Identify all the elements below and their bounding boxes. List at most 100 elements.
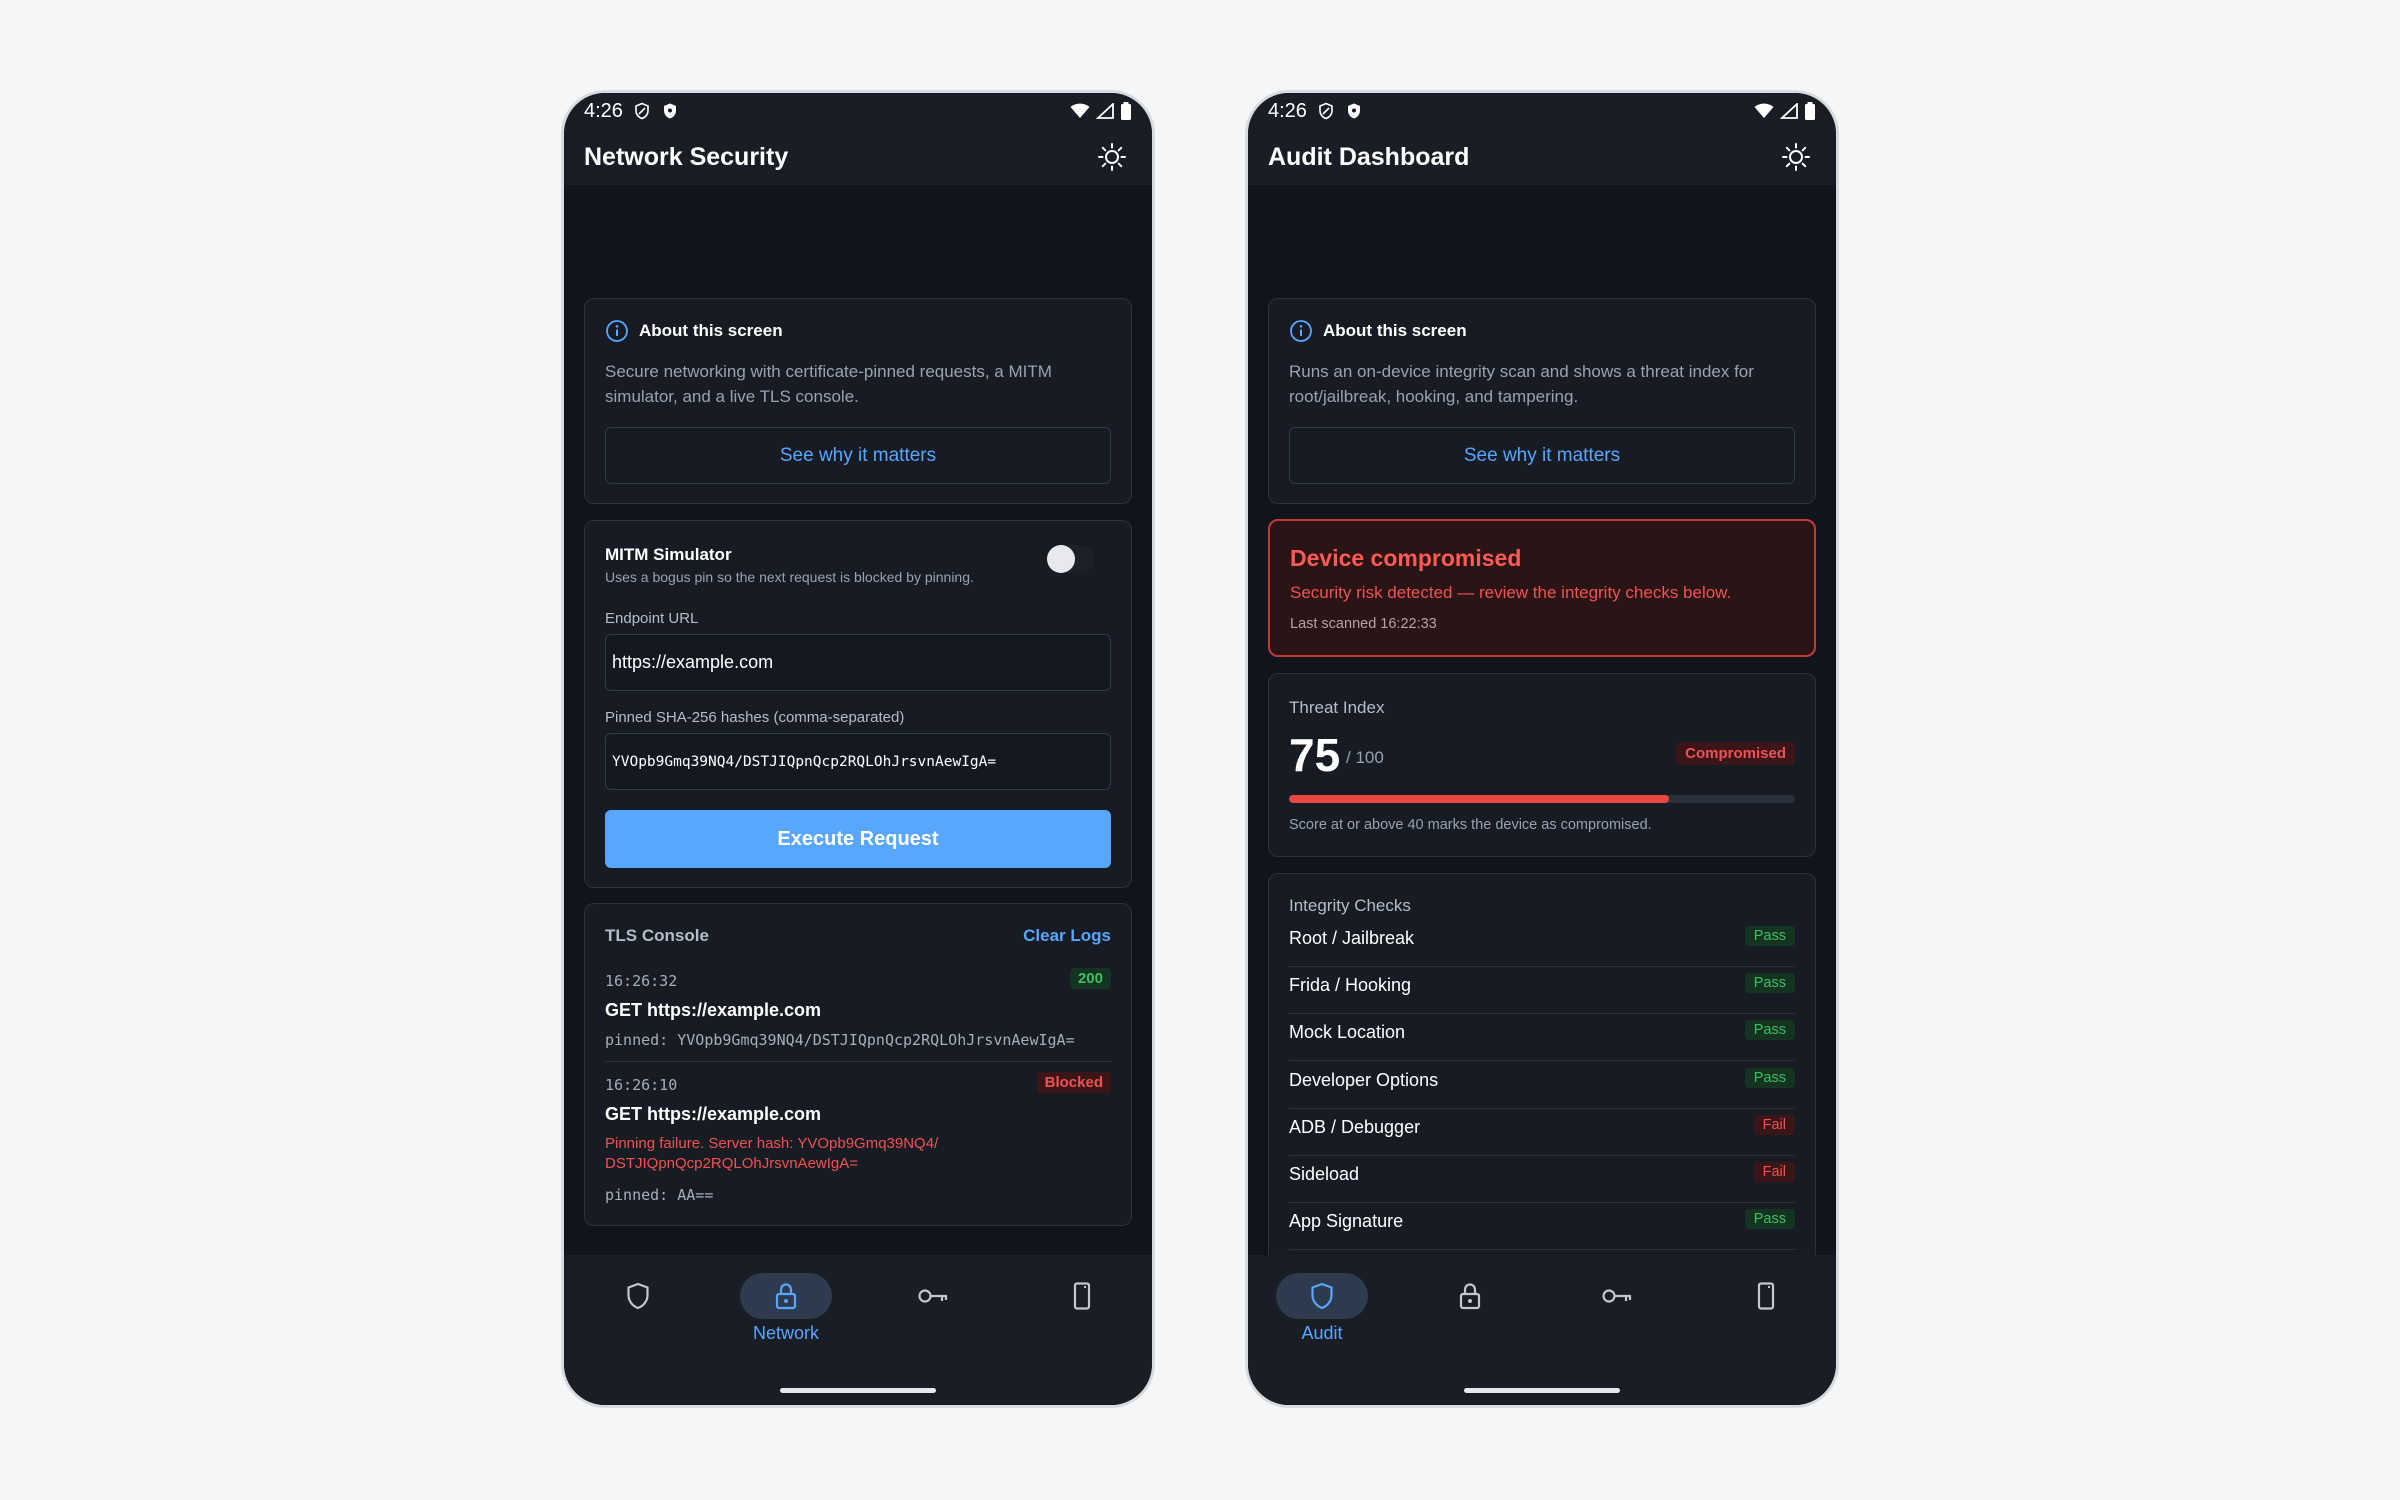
bottom-nav: Network [564,1255,1152,1405]
about-heading-row: About this screen [605,319,783,343]
device-icon [1757,1282,1775,1310]
clear-logs-button[interactable]: Clear Logs [1023,926,1111,946]
nav-item-audit[interactable]: Audit [1248,1255,1396,1355]
nav-pill [888,1273,980,1319]
check-name: Developer Options [1289,1069,1439,1090]
log-pinned: pinned: YVOpb9Gmq39NQ4/DSTJIQpnQcp2RQLOh… [605,1031,1075,1049]
wifi-icon [1070,103,1090,118]
endpoint-url-field[interactable]: https://example.com [605,634,1111,691]
nav-item-device[interactable] [1692,1255,1836,1355]
log-error: Pinning failure. Server hash: YVOpb9Gmq3… [605,1135,939,1172]
about-description: Runs an on-device integrity scan and sho… [1289,362,1754,406]
log-timestamp: 16:26:10 [605,1076,678,1094]
nav-pill [1572,1273,1664,1319]
check-row: Mock Location Pass [1289,1014,1795,1062]
battery-icon [1121,102,1131,120]
nav-pill [740,1273,832,1319]
status-badge: 200 [1069,968,1111,989]
alert-title: Device compromised [1290,545,1522,571]
home-indicator[interactable] [780,1388,936,1393]
last-scanned: Last scanned 16:22:33 [1290,616,1437,632]
check-status-badge: Pass [1744,973,1795,994]
nav-pill [1424,1273,1516,1319]
integrity-checks-card: Integrity Checks Root / Jailbreak Pass Fri… [1268,873,1816,1255]
content-area: About this screen Runs an on-device inte… [1248,185,1836,1255]
nav-item-audit[interactable] [564,1255,712,1355]
shield-icon [627,1282,649,1310]
nav-item-keys[interactable] [1544,1255,1692,1355]
shield-icon [1311,1282,1333,1310]
check-row: Sideload Fail [1289,1156,1795,1203]
status-badge: Compromised [1676,742,1795,765]
threat-progress-fill [1289,795,1669,803]
cell-signal-icon [1780,103,1798,119]
integrity-checks-title: Integrity Checks [1289,896,1411,915]
check-name: App Signature [1289,1211,1404,1232]
nav-item-keys[interactable] [860,1255,1008,1355]
about-description: Secure networking with certificate-pinne… [605,362,1052,406]
log-entry: 16:26:32 200 GET https://example.com pin… [605,968,1111,1052]
app-bar: Audit Dashboard [1248,129,1836,185]
about-heading: About this screen [639,321,783,340]
check-name: Mock Location [1289,1022,1406,1043]
threat-index-card: Threat Index 75 / 100 Compromised Score … [1268,673,1816,857]
lock-icon [1459,1283,1481,1310]
mitm-subtitle: Uses a bogus pin so the next request is … [605,569,974,585]
phone-audit-dashboard: 4:26 Audit Dashboard About this screen R… [1245,90,1839,1408]
check-row: Root / Jailbreak Pass [1289,920,1795,967]
bottom-nav: Audit [1248,1255,1836,1405]
log-request: GET https://example.com [605,1104,822,1124]
log-pinned: pinned: AA== [605,1186,714,1204]
threat-progress-bar [1289,795,1795,803]
theme-toggle-button[interactable] [1776,137,1816,177]
check-row: ADB / Debugger Fail [1289,1109,1795,1156]
threat-index-label: Threat Index [1289,698,1385,717]
info-icon [1290,320,1312,342]
log-divider [605,1061,1111,1062]
toggle-knob [1047,545,1075,573]
page-title: Network Security [584,142,789,171]
hashes-label: Pinned SHA-256 hashes (comma-separated) [605,709,905,726]
check-status-badge: Pass [1744,926,1795,946]
nav-label-network: Network [752,1323,819,1343]
nav-pill [1036,1273,1128,1319]
check-name: Frida / Hooking [1289,975,1412,996]
endpoint-label: Endpoint URL [605,610,699,627]
check-status-badge: Pass [1744,1067,1795,1088]
key-icon [918,1289,948,1303]
see-why-button[interactable]: See why it matters [1289,427,1795,484]
privacy-shield-icon [1319,102,1333,120]
pinned-hashes-field[interactable]: YVOpb9Gmq39NQ4/DSTJIQpnQcp2RQLOhJrsvnAew… [605,733,1111,790]
log-request: GET https://example.com [605,1000,822,1020]
nav-item-network[interactable] [1396,1255,1544,1355]
check-name: ADB / Debugger [1289,1116,1421,1137]
theme-toggle-button[interactable] [1092,137,1132,177]
info-icon [606,320,628,342]
home-indicator[interactable] [1464,1388,1620,1393]
nav-item-device[interactable] [1008,1255,1152,1355]
app-bar: Network Security [564,129,1152,185]
tls-console-title: TLS Console [605,926,709,945]
threat-max: / 100 [1346,748,1384,767]
see-why-button[interactable]: See why it matters [605,427,1111,484]
mitm-card: MITM Simulator Uses a bogus pin so the n… [584,520,1132,888]
execute-request-button[interactable]: Execute Request [605,810,1111,868]
security-shield-icon [663,103,676,119]
content-area: About this screen Secure networking with… [564,185,1152,1255]
status-time: 4:26 [584,99,623,122]
check-status-badge: Pass [1744,1209,1795,1230]
log-entry: 16:26:10 Blocked GET https://example.com… [605,1072,1111,1206]
check-status-badge: Fail [1753,1162,1795,1182]
about-heading: About this screen [1323,321,1467,340]
mitm-title: MITM Simulator [605,545,732,564]
about-card: About this screen Secure networking with… [584,298,1132,504]
status-time: 4:26 [1268,99,1307,122]
key-icon [1602,1289,1632,1303]
mitm-toggle[interactable] [1047,545,1095,573]
tls-console-card: TLS Console Clear Logs 16:26:32 200 GET … [584,903,1132,1226]
page-title: Audit Dashboard [1268,142,1470,171]
threat-score: 75 [1289,729,1341,781]
wifi-icon [1754,103,1774,118]
check-name: Sideload [1289,1164,1360,1184]
nav-item-network[interactable]: Network [712,1255,860,1355]
